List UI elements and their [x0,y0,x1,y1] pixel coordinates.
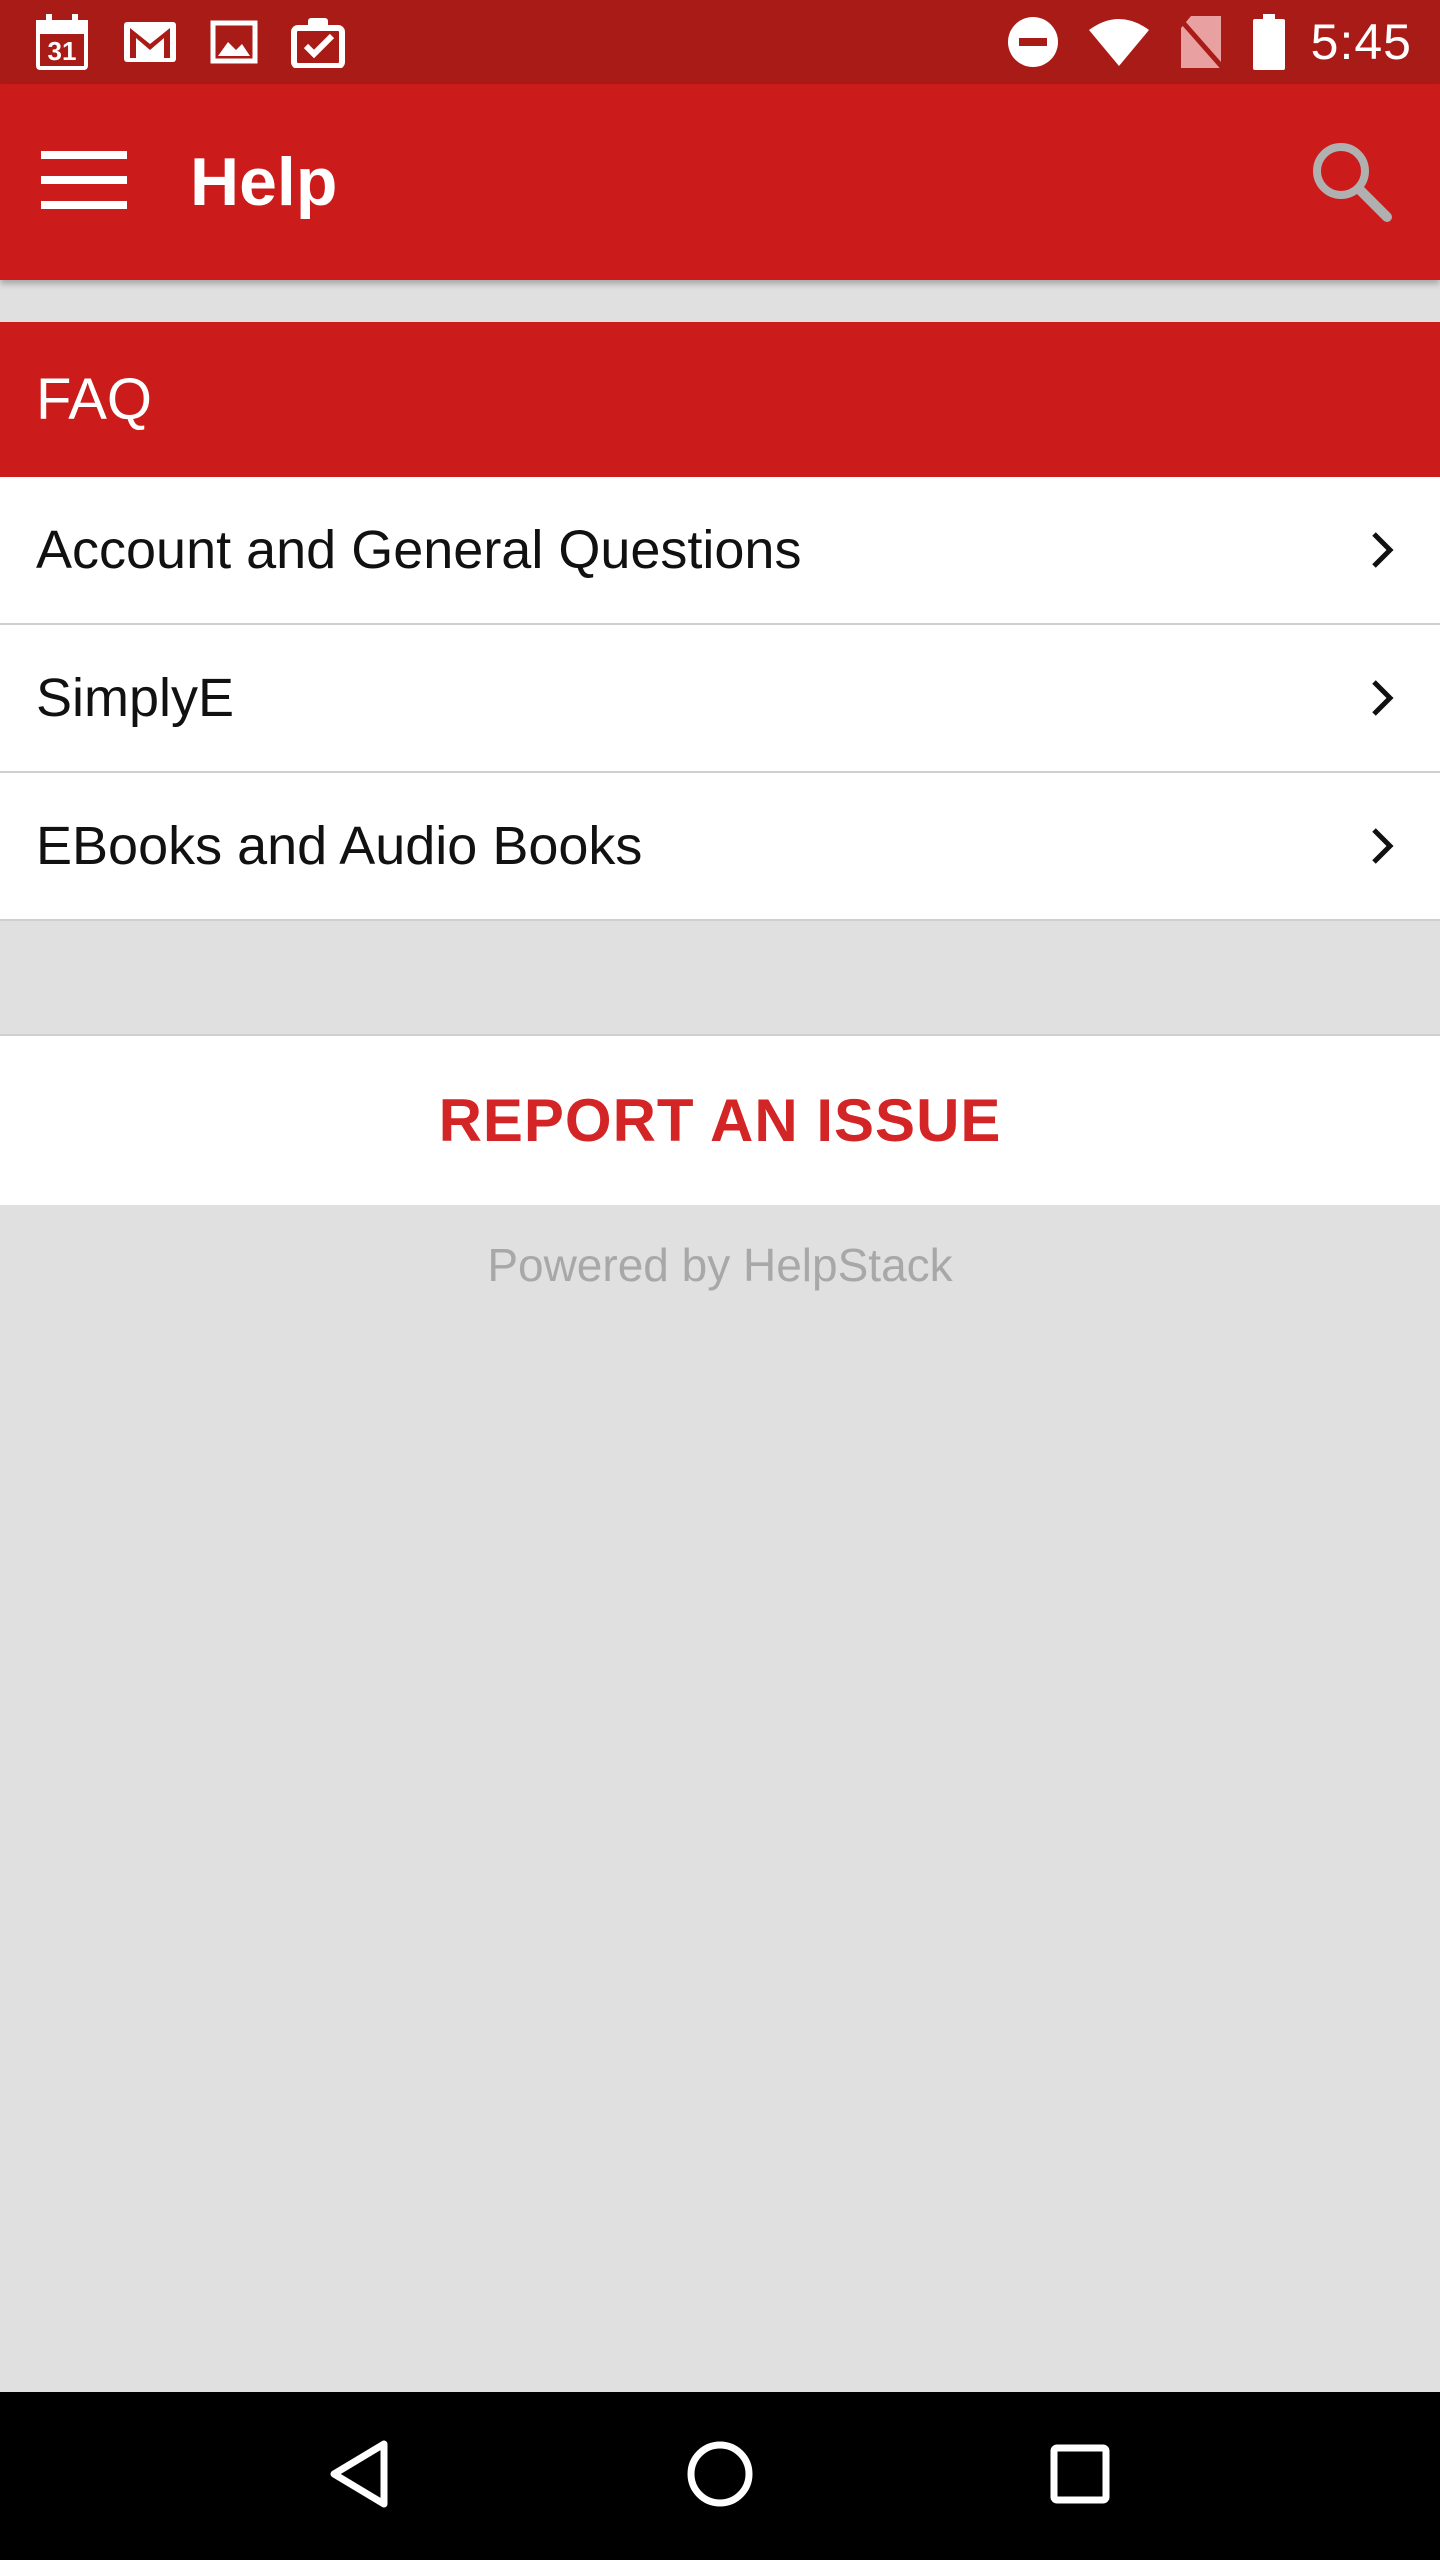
faq-item-label: EBooks and Audio Books [36,816,643,876]
gmail-icon [122,20,178,64]
menu-button[interactable] [14,84,154,280]
hamburger-menu-icon [41,150,127,214]
report-issue-label: REPORT AN ISSUE [438,1087,1002,1154]
system-icons: 5:45 [977,13,1412,71]
faq-item-ebooks-audiobooks[interactable]: EBooks and Audio Books [0,773,1440,921]
do-not-disturb-icon [1007,16,1059,68]
image-icon [210,20,258,64]
app-bar: Help [0,84,1440,280]
back-button[interactable] [290,2406,430,2546]
back-icon [330,2440,390,2513]
help-screen: 31 5:45 Help FAQ Account and General Que… [0,0,1440,2560]
wifi-icon [1088,18,1149,66]
faq-item-account-general[interactable]: Account and General Questions [0,477,1440,625]
calendar-day-text: 31 [48,36,77,66]
faq-section-header: FAQ [0,322,1440,477]
no-sim-icon [1178,14,1223,70]
faq-item-simplye[interactable]: SimplyE [0,625,1440,773]
page-title: Help [190,144,338,220]
clipboard-check-icon [290,16,346,68]
calendar-icon: 31 [34,12,90,72]
chevron-right-icon [1360,824,1404,868]
recents-button[interactable] [1010,2406,1150,2546]
search-icon [1309,139,1393,228]
powered-by-text: Powered by HelpStack [487,1239,953,1291]
home-icon [686,2440,754,2513]
recents-icon [1050,2444,1110,2509]
faq-item-label: SimplyE [36,668,235,728]
battery-icon [1252,14,1285,70]
search-button[interactable] [1296,128,1406,238]
chevron-right-icon [1360,676,1404,720]
status-bar: 31 5:45 [0,0,1440,84]
notification-icons: 31 [34,12,378,72]
report-issue-button[interactable]: REPORT AN ISSUE [0,1034,1440,1205]
home-button[interactable] [650,2406,790,2546]
faq-item-label: Account and General Questions [36,520,802,580]
faq-list: Account and General Questions SimplyE EB… [0,477,1440,921]
chevron-right-icon [1360,528,1404,572]
navigation-bar [0,2392,1440,2560]
status-time: 5:45 [1310,14,1412,70]
